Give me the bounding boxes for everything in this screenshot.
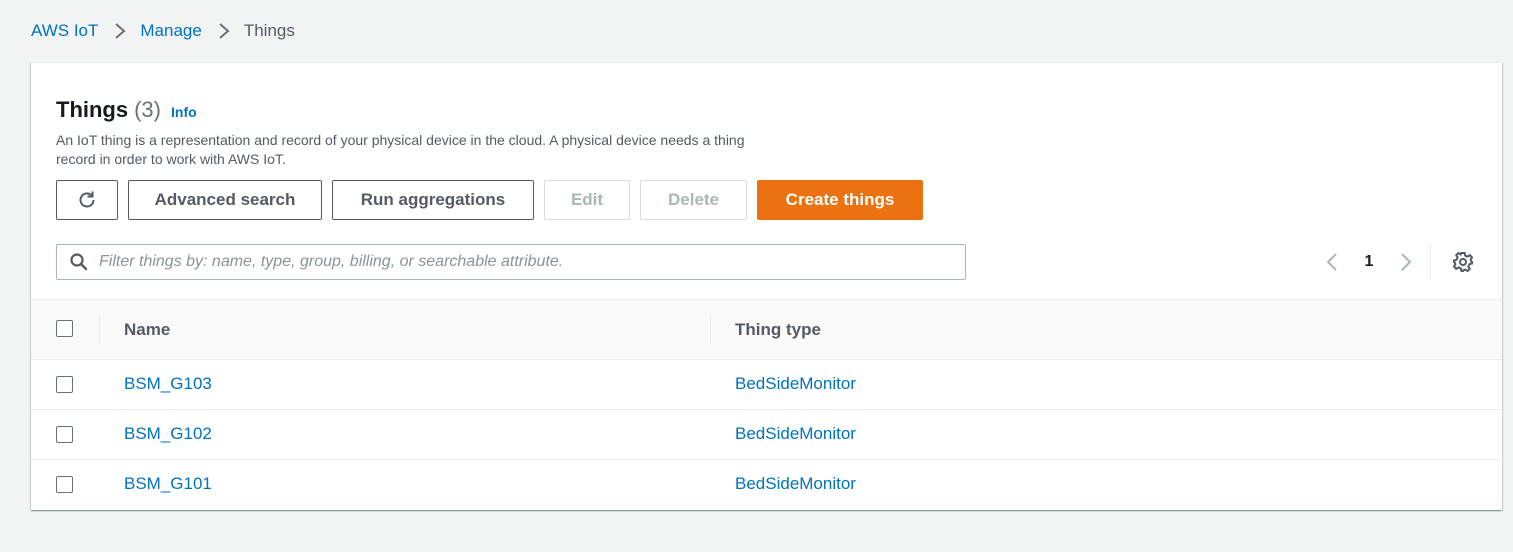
chevron-left-icon xyxy=(1326,253,1337,271)
panel-description: An IoT thing is a representation and rec… xyxy=(56,132,745,167)
pagination: 1 xyxy=(1315,244,1423,280)
chevron-right-icon xyxy=(110,21,130,41)
things-table: Name Thing type BSM_G103 BedSideMonitor … xyxy=(31,299,1502,510)
info-link[interactable]: Info xyxy=(171,104,197,120)
advanced-search-button[interactable]: Advanced search xyxy=(128,180,322,220)
row-checkbox[interactable] xyxy=(56,376,73,393)
table-row: BSM_G102 BedSideMonitor xyxy=(31,410,1502,460)
run-aggregations-button[interactable]: Run aggregations xyxy=(332,180,534,220)
select-all-checkbox[interactable] xyxy=(56,320,73,337)
settings-button[interactable] xyxy=(1451,250,1475,274)
thing-type-link[interactable]: BedSideMonitor xyxy=(735,424,856,444)
chevron-right-icon xyxy=(214,21,234,41)
refresh-icon xyxy=(76,189,98,211)
filter-input[interactable] xyxy=(99,247,965,277)
thing-type-link[interactable]: BedSideMonitor xyxy=(735,474,856,494)
column-header-thing-type[interactable]: Thing type xyxy=(735,320,821,340)
delete-button[interactable]: Delete xyxy=(640,180,747,220)
row-checkbox[interactable] xyxy=(56,426,73,443)
edit-button[interactable]: Edit xyxy=(544,180,630,220)
gear-icon xyxy=(1452,251,1474,273)
thing-name-link[interactable]: BSM_G101 xyxy=(124,474,212,494)
breadcrumb-aws-iot[interactable]: AWS IoT xyxy=(31,21,98,41)
breadcrumb-things: Things xyxy=(243,21,295,40)
thing-type-link[interactable]: BedSideMonitor xyxy=(735,374,856,394)
panel-header: Things (3) Info An IoT thing is a repres… xyxy=(56,97,956,169)
table-header: Name Thing type xyxy=(31,299,1502,360)
refresh-button[interactable] xyxy=(56,180,118,220)
thing-name-link[interactable]: BSM_G102 xyxy=(124,424,212,444)
previous-page-button[interactable] xyxy=(1315,244,1349,280)
table-row: BSM_G103 BedSideMonitor xyxy=(31,360,1502,410)
things-count: (3) xyxy=(134,97,161,122)
column-header-name[interactable]: Name xyxy=(124,320,170,340)
create-things-button[interactable]: Create things xyxy=(757,180,923,220)
breadcrumb-manage[interactable]: Manage xyxy=(140,21,201,41)
row-checkbox[interactable] xyxy=(56,476,73,493)
chevron-right-icon xyxy=(1401,253,1412,271)
page-title: Things xyxy=(56,97,129,122)
page-number[interactable]: 1 xyxy=(1349,253,1389,271)
divider xyxy=(1430,244,1431,280)
table-row: BSM_G101 BedSideMonitor xyxy=(31,460,1502,510)
action-toolbar: Advanced search Run aggregations Edit De… xyxy=(56,180,933,220)
thing-name-link[interactable]: BSM_G103 xyxy=(124,374,212,394)
column-divider xyxy=(99,315,100,345)
things-panel: Things (3) Info An IoT thing is a repres… xyxy=(31,62,1502,510)
column-divider xyxy=(710,315,711,345)
search-icon xyxy=(69,252,89,272)
next-page-button[interactable] xyxy=(1389,244,1423,280)
breadcrumb: AWS IoT Manage Things xyxy=(31,20,295,42)
filter-box xyxy=(56,244,966,280)
